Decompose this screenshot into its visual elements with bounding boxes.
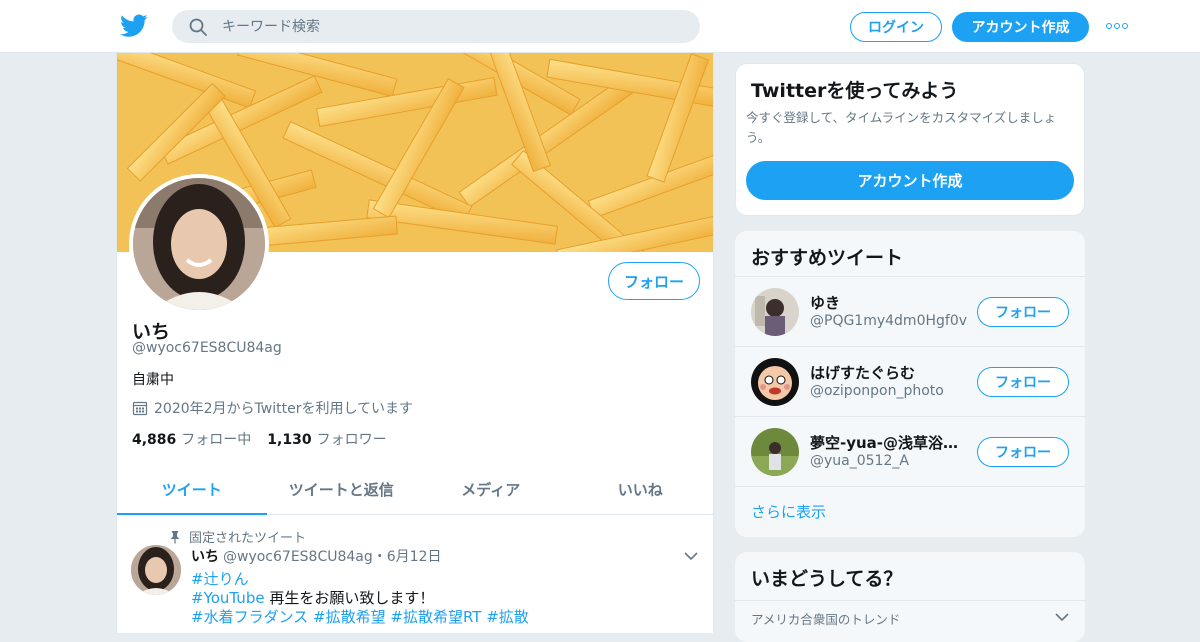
tweet-header: いち @wyoc67ES8CU84ag・6月12日 [191, 546, 441, 566]
chevron-down-icon[interactable] [1055, 612, 1069, 622]
profile-avatar[interactable] [129, 174, 269, 314]
recommended-divider [735, 486, 1085, 487]
tweet-line-2: #YouTube 再生をお願い致します！ [191, 587, 434, 608]
profile-handle[interactable]: @wyoc67ES8CU84ag [132, 340, 282, 356]
trends-title: いまどうしてる？ [751, 568, 903, 590]
signup-button[interactable]: アカウント作成 [952, 12, 1089, 42]
user-avatar[interactable] [751, 428, 799, 476]
following-label: フォロー中 [181, 432, 252, 448]
user-avatar[interactable] [751, 288, 799, 336]
user-handle[interactable]: @PQG1my4dm0Hgf0v [810, 313, 967, 329]
follow-user-button[interactable]: フォロー [977, 297, 1069, 327]
tweet-author-name[interactable]: いち [191, 549, 219, 565]
calendar-icon [132, 401, 148, 416]
followers-stat[interactable]: 1,130 フォロワー [267, 429, 386, 449]
follow-user-button[interactable]: フォロー [977, 367, 1069, 397]
signup-card-title: Twitterを使ってみよう [751, 80, 959, 102]
tweet-text: 再生をお願い致します！ [264, 589, 435, 607]
tab-likes[interactable]: いいね [566, 465, 714, 514]
tweet-handle-date[interactable]: @wyoc67ES8CU84ag・6月12日 [223, 549, 441, 565]
tweet-line-1[interactable]: #辻りん [191, 568, 249, 589]
profile-joined: 2020年2月からTwitterを利用しています [132, 398, 413, 418]
chevron-down-icon[interactable] [683, 550, 699, 562]
tweet-avatar[interactable] [131, 545, 181, 595]
signup-card: Twitterを使ってみよう 今すぐ登録して、タイムラインをカスタマイズしましょ… [735, 63, 1085, 216]
profile-tabs: ツイート ツイートと返信 メディア いいね [117, 465, 714, 515]
follow-button[interactable]: フォロー [608, 262, 700, 300]
recommended-user[interactable]: ゆき @PQG1my4dm0Hgf0v フォロー [735, 276, 1085, 346]
signup-card-text: 今すぐ登録して、タイムラインをカスタマイズしましょう。 [746, 110, 1057, 145]
top-bar: ログイン アカウント作成 [0, 0, 1200, 53]
user-name[interactable]: はげすたぐらむ [810, 362, 970, 383]
tweet-avatar-photo [131, 545, 181, 595]
tab-tweets[interactable]: ツイート [117, 465, 267, 515]
user-name[interactable]: 夢空-yua-@浅草浴衣... [810, 432, 970, 453]
recommended-user[interactable]: 夢空-yua-@浅草浴衣... @yua_0512_A フォロー [735, 416, 1085, 486]
avatar-photo [133, 178, 265, 310]
following-count: 4,886 [132, 432, 177, 448]
followers-count: 1,130 [267, 432, 312, 448]
hashtag-link[interactable]: #辻りん [191, 570, 249, 588]
recommended-user[interactable]: はげすたぐらむ @oziponpon_photo フォロー [735, 346, 1085, 416]
trends-card: いまどうしてる？ アメリカ合衆国のトレンド [735, 552, 1085, 642]
follow-user-button[interactable]: フォロー [977, 437, 1069, 467]
tweet-line-3-hashtags[interactable]: #水着フラダンス #拡散希望 #拡散希望RT #拡散 [191, 606, 529, 627]
user-avatar[interactable] [751, 358, 799, 406]
profile-stats: 4,886 フォロー中 1,130 フォロワー [132, 429, 387, 449]
user-handle[interactable]: @yua_0512_A [810, 453, 909, 469]
trends-location[interactable]: アメリカ合衆国のトレンド [735, 600, 1085, 636]
show-more-link[interactable]: さらに表示 [751, 501, 826, 522]
recommended-card: おすすめツイート ゆき @PQG1my4dm0Hgf0v フォロー はげすたぐら… [735, 231, 1085, 537]
twitter-bird-logo-icon[interactable] [120, 13, 148, 39]
user-avatar-photo [751, 428, 799, 476]
login-button[interactable]: ログイン [850, 12, 942, 42]
search-icon [189, 18, 207, 36]
more-options-icon[interactable] [1106, 18, 1130, 34]
tab-tweets-replies[interactable]: ツイートと返信 [267, 465, 417, 514]
followers-label: フォロワー [316, 432, 387, 448]
hashtag-youtube-link[interactable]: #YouTube [191, 589, 265, 607]
user-name[interactable]: ゆき [810, 292, 970, 313]
profile-bio: 自粛中 [132, 372, 174, 388]
joined-text: 2020年2月からTwitterを利用しています [154, 401, 414, 417]
recommended-title: おすすめツイート [751, 247, 904, 269]
profile-column: フォロー いち @wyoc67ES8CU84ag 自粛中 2020年2月からTw… [116, 53, 714, 633]
search-box[interactable] [172, 10, 700, 43]
search-input[interactable] [222, 10, 682, 43]
pin-icon [170, 530, 180, 543]
pinned-label: 固定されたツイート [189, 531, 307, 546]
user-handle[interactable]: @oziponpon_photo [810, 383, 944, 399]
user-avatar-photo [751, 288, 799, 336]
tab-media[interactable]: メディア [416, 465, 566, 514]
user-avatar-photo [751, 358, 799, 406]
following-stat[interactable]: 4,886 フォロー中 [132, 429, 251, 449]
pinned-indicator: 固定されたツイート [169, 527, 306, 546]
signup-card-button[interactable]: アカウント作成 [746, 161, 1074, 200]
